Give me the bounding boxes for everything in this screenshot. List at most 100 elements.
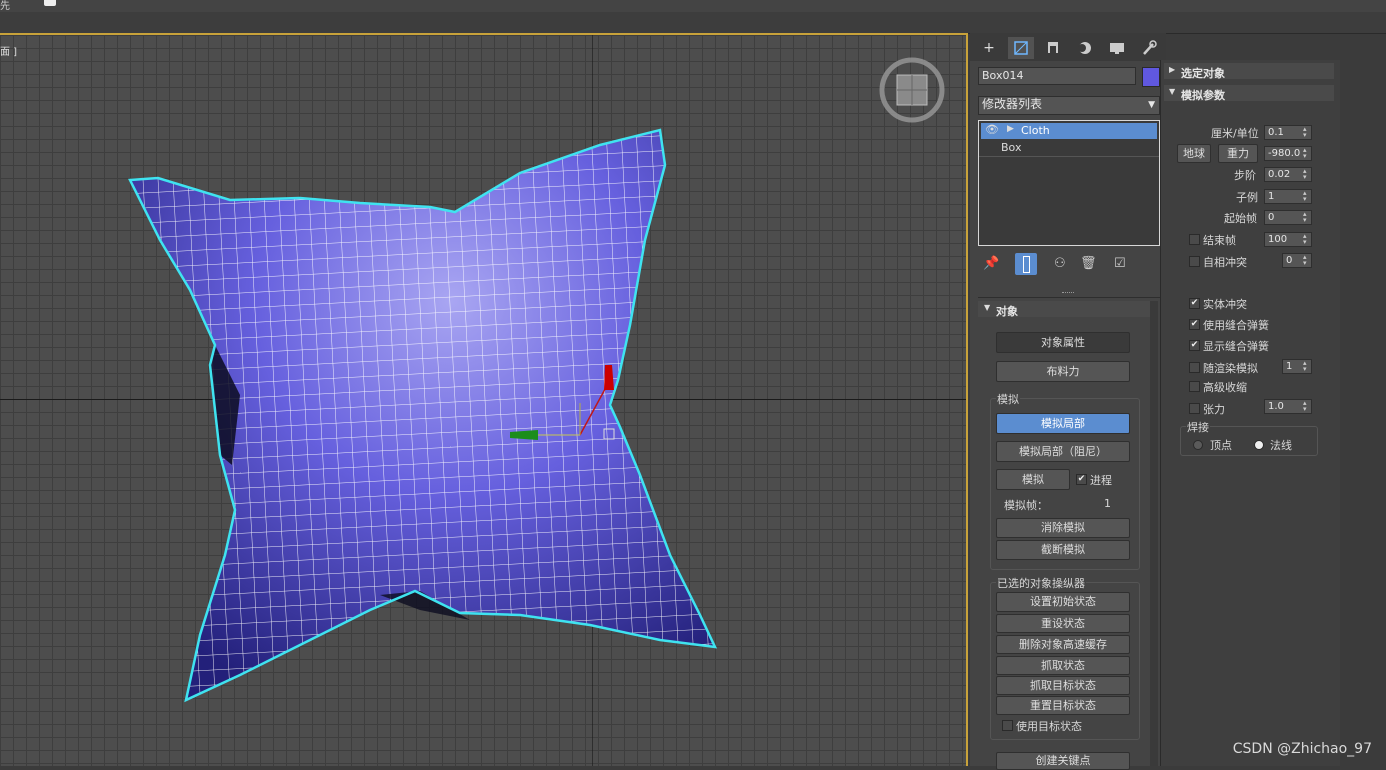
toolbar-dropdown[interactable] xyxy=(44,0,56,6)
cm-per-unit-spinner[interactable]: 0.1 xyxy=(1264,125,1312,140)
stack-divider xyxy=(979,156,1159,157)
panel-scrollbar[interactable] xyxy=(1150,301,1158,766)
progress-label: 进程 xyxy=(1090,474,1112,487)
sim-frame-label: 模拟帧： xyxy=(1004,499,1048,512)
modifier-stack: 👁 ▶ Cloth Box xyxy=(978,120,1160,246)
start-frame-label: 起始帧 xyxy=(1224,212,1257,225)
tension-spinner[interactable]: 1.0 xyxy=(1264,399,1312,414)
sim-frame-value: 1 xyxy=(1104,497,1111,510)
self-collision-spinner[interactable]: 0 xyxy=(1282,253,1312,268)
right-background xyxy=(1340,60,1386,766)
rollout-header-sim-params[interactable]: ▼ 模拟参数 xyxy=(1164,85,1334,102)
pin-stack-icon[interactable]: 📌 xyxy=(983,256,999,271)
cloth-pillow-object[interactable] xyxy=(100,115,750,735)
truncate-simulation-button[interactable]: 截断模拟 xyxy=(996,540,1130,560)
chevron-down-icon: ▼ xyxy=(1148,100,1155,110)
rollout-header-selected-object[interactable]: ▶ 选定对象 xyxy=(1164,63,1334,80)
end-frame-checkbox[interactable] xyxy=(1189,234,1200,245)
end-result-icon xyxy=(1023,256,1030,273)
top-toolbar: 先 xyxy=(0,0,1386,12)
simulate-local-damped-button[interactable]: 模拟局部（阻尼） xyxy=(996,441,1130,462)
gravity-button[interactable]: 重力 xyxy=(1218,144,1258,163)
rollout-title: 模拟参数 xyxy=(1181,89,1225,102)
normal-radio[interactable] xyxy=(1254,440,1264,450)
stack-item-box[interactable]: Box xyxy=(981,140,1157,156)
toolbar-label: 先 xyxy=(0,1,10,12)
create-keys-button[interactable]: 创建关键点 xyxy=(996,752,1130,770)
advanced-pinching-checkbox[interactable] xyxy=(1189,381,1200,392)
object-color-swatch[interactable] xyxy=(1142,67,1160,87)
grab-state-button[interactable]: 抓取状态 xyxy=(996,656,1130,675)
earth-button[interactable]: 地球 xyxy=(1177,144,1211,163)
vertex-radio[interactable] xyxy=(1193,440,1203,450)
cloth-forces-button[interactable]: 布料力 xyxy=(996,361,1130,382)
progress-checkbox[interactable]: ✔ xyxy=(1076,474,1087,485)
end-frame-spinner[interactable]: 100 xyxy=(1264,232,1312,247)
vertex-label: 顶点 xyxy=(1210,439,1232,452)
subsample-spinner[interactable]: 1 xyxy=(1264,189,1312,204)
start-frame-spinner[interactable]: 0 xyxy=(1264,210,1312,225)
viewport-scene xyxy=(100,57,945,735)
collapse-arrow-icon: ▼ xyxy=(1169,87,1176,96)
viewcube[interactable] xyxy=(879,57,945,123)
reset-state-button[interactable]: 重设状态 xyxy=(996,614,1130,633)
motion-icon[interactable] xyxy=(1072,37,1098,59)
self-collision-label: 自相冲突 xyxy=(1203,256,1247,269)
rollout-title: 选定对象 xyxy=(1181,67,1225,80)
ribbon-strip xyxy=(0,12,1386,34)
self-collision-checkbox[interactable] xyxy=(1189,256,1200,267)
reset-target-state-button[interactable]: 重置目标状态 xyxy=(996,696,1130,715)
modifier-list-label: 修改器列表 xyxy=(982,97,1043,111)
advanced-pinching-label: 高级收缩 xyxy=(1203,381,1247,394)
grab-target-state-button[interactable]: 抓取目标状态 xyxy=(996,676,1130,695)
divider xyxy=(978,297,1160,298)
rollout-title: 对象 xyxy=(996,305,1018,318)
show-end-result-button[interactable] xyxy=(1015,253,1037,275)
simulate-button[interactable]: 模拟 xyxy=(996,469,1070,490)
trash-icon[interactable]: 🗑 xyxy=(1080,256,1097,271)
collapse-arrow-icon: ▼ xyxy=(984,303,991,312)
perspective-viewport[interactable]: 面 ] xyxy=(0,33,968,766)
object-name-input[interactable]: Box014 xyxy=(978,67,1136,85)
gravity-spinner[interactable]: -980.0 xyxy=(1264,146,1312,161)
sim-on-render-checkbox[interactable] xyxy=(1189,362,1200,373)
tension-label: 张力 xyxy=(1203,403,1225,416)
modify-icon[interactable] xyxy=(1008,37,1034,59)
panel-resize-handle[interactable] xyxy=(1062,292,1074,295)
tension-checkbox[interactable] xyxy=(1189,403,1200,414)
eye-icon[interactable]: 👁 xyxy=(985,123,999,136)
simulate-local-button[interactable]: 模拟局部 xyxy=(996,413,1130,434)
show-sew-springs-checkbox[interactable]: ✔ xyxy=(1189,340,1200,351)
group-label: 模拟 xyxy=(996,391,1020,407)
display-icon[interactable] xyxy=(1104,37,1130,59)
create-icon[interactable]: + xyxy=(976,37,1002,59)
stack-item-cloth[interactable]: 👁 ▶ Cloth xyxy=(981,123,1157,139)
show-sew-springs-label: 显示缝合弹簧 xyxy=(1203,340,1269,353)
utilities-icon[interactable] xyxy=(1136,37,1162,59)
group-label: 焊接 xyxy=(1186,419,1210,435)
end-frame-label: 结束帧 xyxy=(1203,234,1236,247)
expand-arrow-icon[interactable]: ▶ xyxy=(1007,124,1014,134)
configure-sets-icon[interactable]: ☑ xyxy=(1114,256,1126,271)
step-spinner[interactable]: 0.02 xyxy=(1264,167,1312,182)
use-sew-springs-checkbox[interactable]: ✔ xyxy=(1189,319,1200,330)
sim-on-render-label: 随渲染模拟 xyxy=(1203,362,1258,375)
make-unique-icon[interactable]: ⚇ xyxy=(1054,256,1066,271)
delete-object-cache-button[interactable]: 删除对象高速缓存 xyxy=(996,635,1130,654)
sim-on-render-spinner[interactable]: 1 xyxy=(1282,359,1312,374)
solid-collision-checkbox[interactable]: ✔ xyxy=(1189,298,1200,309)
command-panel-tabs: + xyxy=(970,33,1166,61)
object-properties-button[interactable]: 对象属性 xyxy=(996,332,1130,353)
rollout-header-object[interactable]: ▼ 对象 xyxy=(978,301,1152,318)
use-sew-springs-label: 使用缝合弹簧 xyxy=(1203,319,1269,332)
set-initial-state-button[interactable]: 设置初始状态 xyxy=(996,592,1130,612)
modifier-list-dropdown[interactable]: 修改器列表 ▼ xyxy=(978,96,1160,115)
hierarchy-icon[interactable] xyxy=(1040,37,1066,59)
subsample-label: 子例 xyxy=(1236,191,1258,204)
stack-item-label: Box xyxy=(1001,141,1022,154)
use-target-state-label: 使用目标状态 xyxy=(1016,720,1082,733)
watermark: CSDN @Zhichao_97 xyxy=(1232,741,1372,757)
use-target-state-checkbox[interactable] xyxy=(1002,720,1013,731)
erase-simulation-button[interactable]: 消除模拟 xyxy=(996,518,1130,538)
step-label: 步阶 xyxy=(1234,169,1256,182)
